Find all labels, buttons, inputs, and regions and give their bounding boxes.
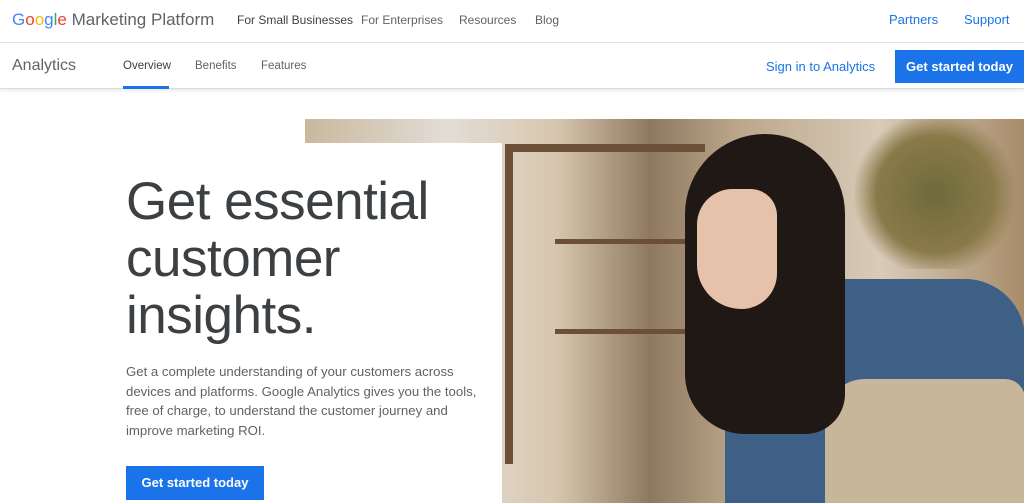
hero-description: Get a complete understanding of your cus… <box>126 364 477 438</box>
google-wordmark: Google <box>12 10 67 29</box>
hero-title: Get essential customer insights. <box>126 173 429 344</box>
shelf <box>505 144 513 464</box>
hero-title-line: Get essential <box>126 172 429 231</box>
nav-resources[interactable]: Resources <box>459 13 516 27</box>
get-started-header-button[interactable]: Get started today <box>895 50 1024 83</box>
hero-title-line: customer <box>126 229 340 288</box>
partners-link[interactable]: Partners <box>889 12 938 27</box>
person-face <box>697 189 777 309</box>
shelf <box>505 144 705 152</box>
tab-overview[interactable]: Overview <box>123 60 171 72</box>
nav-blog[interactable]: Blog <box>535 13 559 27</box>
product-subheader: Analytics Overview Benefits Features Sig… <box>0 43 1024 89</box>
nav-small-businesses[interactable]: For Small Businesses <box>237 13 353 27</box>
google-marketing-platform-logo[interactable]: Google Marketing Platform <box>12 10 214 30</box>
hero-title-line: insights. <box>126 286 316 345</box>
sign-in-link[interactable]: Sign in to Analytics <box>766 59 875 74</box>
person-apron <box>825 379 1024 503</box>
get-started-hero-button[interactable]: Get started today <box>126 466 264 500</box>
support-link[interactable]: Support <box>964 12 1010 27</box>
active-tab-indicator <box>123 86 169 89</box>
shelf <box>555 239 705 244</box>
tab-benefits[interactable]: Benefits <box>195 60 237 72</box>
nav-enterprises[interactable]: For Enterprises <box>361 13 443 27</box>
product-title[interactable]: Analytics <box>12 57 76 75</box>
tab-features[interactable]: Features <box>261 60 306 72</box>
plant <box>845 119 1024 269</box>
top-navigation-bar: Google Marketing Platform For Small Busi… <box>0 0 1024 43</box>
product-suite-name: Marketing Platform <box>71 10 215 29</box>
shelf <box>555 329 705 334</box>
